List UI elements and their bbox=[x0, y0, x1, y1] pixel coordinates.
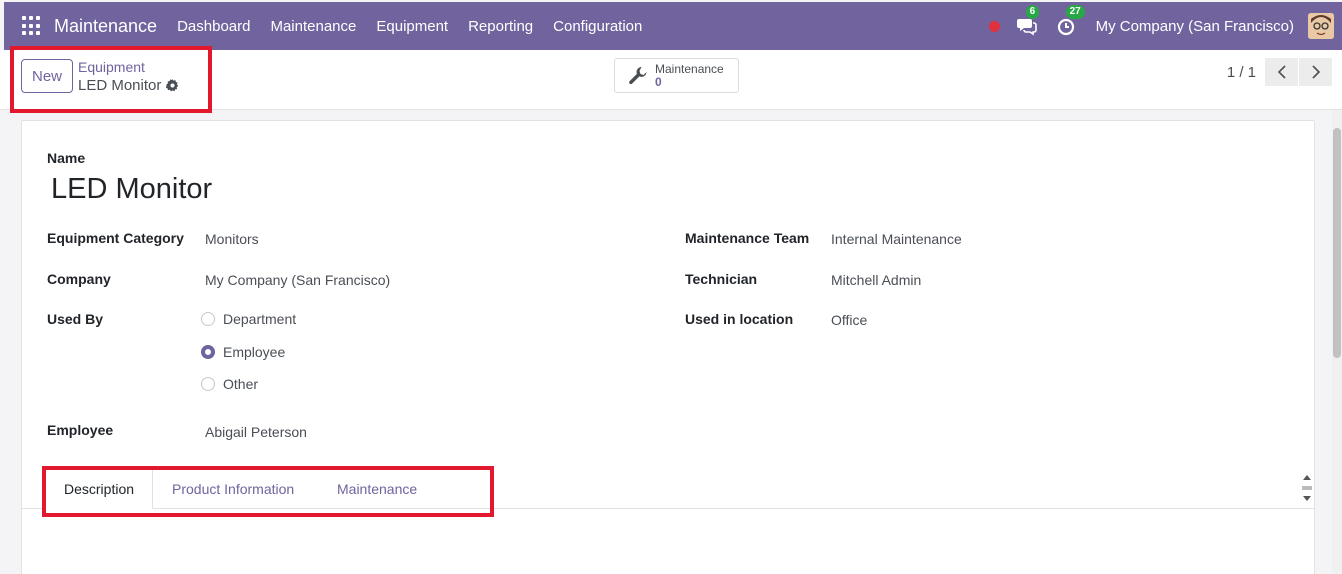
radio-circle bbox=[201, 377, 215, 391]
scroll-arrows-icon bbox=[1302, 475, 1312, 501]
pager-next-button[interactable] bbox=[1299, 58, 1332, 86]
chevron-left-icon bbox=[1277, 65, 1286, 79]
menu-dashboard[interactable]: Dashboard bbox=[167, 18, 260, 35]
employee-label: Employee bbox=[47, 422, 114, 438]
wrench-icon bbox=[629, 66, 647, 84]
pager-value[interactable]: 1 / 1 bbox=[1227, 64, 1256, 81]
chat-button[interactable]: 6 bbox=[1016, 5, 1040, 37]
company-switcher[interactable]: My Company (San Francisco) bbox=[1096, 18, 1294, 35]
page-scrollbar-thumb[interactable] bbox=[1333, 128, 1341, 358]
used-by-department-radio[interactable]: Department bbox=[201, 311, 296, 327]
pager-buttons bbox=[1265, 58, 1332, 86]
messages-badge: 6 bbox=[1025, 5, 1040, 19]
chevron-right-icon bbox=[1311, 65, 1320, 79]
control-panel: New Equipment LED Monitor Maintenance 0 … bbox=[0, 46, 1342, 113]
equipment-category-label: Equipment Category bbox=[47, 230, 184, 246]
top-navbar: Maintenance Dashboard Maintenance Equipm… bbox=[4, 2, 1342, 50]
menu-reporting[interactable]: Reporting bbox=[458, 18, 543, 35]
maintenance-team-field[interactable]: Internal Maintenance bbox=[831, 231, 962, 247]
smart-button-value: 0 bbox=[655, 74, 662, 89]
activities-button[interactable]: 27 bbox=[1056, 5, 1085, 37]
employee-field[interactable]: Abigail Peterson bbox=[205, 424, 307, 440]
menu-equipment[interactable]: Equipment bbox=[366, 18, 458, 35]
inner-scroll-control[interactable] bbox=[1300, 470, 1314, 506]
highlight-breadcrumb-box bbox=[10, 46, 212, 113]
company-label: Company bbox=[47, 271, 111, 287]
radio-circle-checked bbox=[201, 345, 215, 359]
app-title[interactable]: Maintenance bbox=[54, 16, 157, 37]
used-by-other-radio[interactable]: Other bbox=[201, 376, 258, 392]
menu-configuration[interactable]: Configuration bbox=[543, 18, 652, 35]
used-by-label: Used By bbox=[47, 311, 104, 327]
used-by-employee-radio[interactable]: Employee bbox=[201, 344, 285, 360]
radio-label: Employee bbox=[223, 344, 286, 360]
menu-maintenance[interactable]: Maintenance bbox=[260, 18, 366, 35]
form-sheet: Name LED Monitor Equipment Category Moni… bbox=[21, 120, 1315, 574]
avatar[interactable] bbox=[1308, 13, 1334, 39]
record-dot-icon bbox=[988, 20, 1000, 32]
maintenance-smart-button[interactable]: Maintenance 0 bbox=[614, 58, 739, 93]
technician-field[interactable]: Mitchell Admin bbox=[831, 272, 921, 288]
pager-previous-button[interactable] bbox=[1265, 58, 1298, 86]
radio-label: Department bbox=[223, 311, 297, 327]
navbar-systray: 6 27 My Company (San Francisco) bbox=[988, 2, 1342, 50]
radio-label: Other bbox=[223, 376, 259, 392]
avatar-icon bbox=[1308, 13, 1334, 39]
maintenance-team-label: Maintenance Team bbox=[685, 230, 810, 246]
location-label: Used in location bbox=[685, 311, 794, 327]
name-field[interactable]: LED Monitor bbox=[51, 173, 212, 206]
smart-button-label: Maintenance bbox=[655, 61, 724, 76]
highlight-tabs-box bbox=[42, 466, 494, 517]
name-label: Name bbox=[47, 150, 86, 166]
radio-circle bbox=[201, 312, 215, 326]
equipment-category-field[interactable]: Monitors bbox=[205, 231, 259, 247]
apps-grid-icon[interactable] bbox=[22, 16, 42, 36]
smart-button-text: Maintenance 0 bbox=[655, 61, 724, 89]
activities-badge: 27 bbox=[1065, 5, 1085, 19]
location-field[interactable]: Office bbox=[831, 312, 867, 328]
technician-label: Technician bbox=[685, 271, 758, 287]
company-field[interactable]: My Company (San Francisco) bbox=[205, 272, 390, 288]
